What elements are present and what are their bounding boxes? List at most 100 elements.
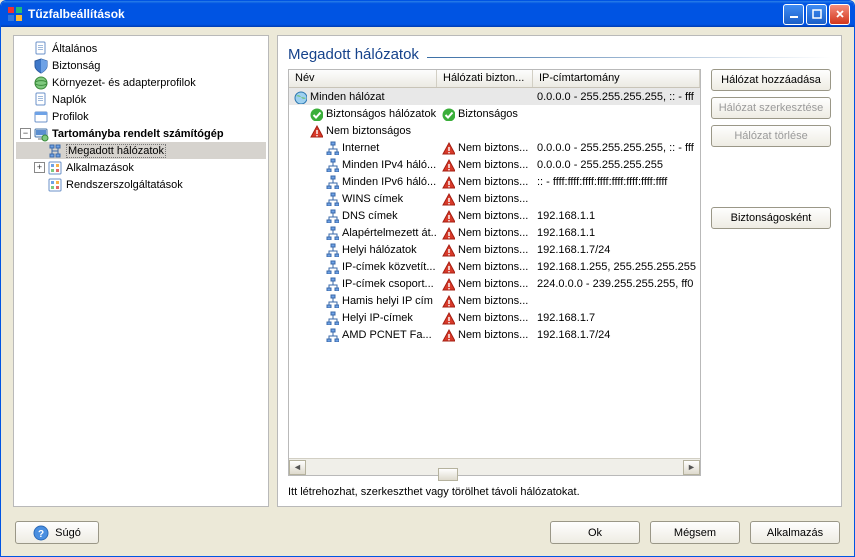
list-row[interactable]: AMD PCNET Fa...Nem biztons...192.168.1.7… [289, 326, 700, 343]
computer-icon [33, 126, 49, 142]
add-network-button[interactable]: Hálózat hozzáadása [711, 69, 831, 91]
warn-icon [441, 294, 455, 308]
collapse-icon[interactable]: − [20, 128, 31, 139]
cell-secure: Nem biztons... [437, 275, 533, 292]
title-rule [427, 57, 831, 58]
cell-range [533, 292, 700, 309]
horizontal-scrollbar[interactable]: ◄ ► [289, 458, 700, 475]
warn-icon [441, 226, 455, 240]
net-icon [325, 226, 339, 240]
list-row[interactable]: Minden hálózat0.0.0.0 - 255.255.255.255,… [289, 88, 700, 105]
list-row[interactable]: IP-címek csoport...Nem biztons...224.0.0… [289, 275, 700, 292]
col-name[interactable]: Név [289, 70, 437, 87]
net-icon [325, 243, 339, 257]
cell-secure: Nem biztons... [437, 326, 533, 343]
net-icon [325, 328, 339, 342]
net-icon [325, 311, 339, 325]
warn-icon [441, 192, 455, 206]
close-button[interactable] [829, 4, 850, 25]
panel-title: Megadott hálózatok [288, 46, 419, 63]
col-secure[interactable]: Hálózati bizton... [437, 70, 533, 87]
main-panel: Megadott hálózatok Név Hálózati bizton..… [277, 35, 842, 507]
tree-profiles[interactable]: Profilok [16, 108, 266, 125]
warn-icon [441, 243, 455, 257]
net-icon [325, 294, 339, 308]
cell-range: 192.168.1.1 [533, 224, 700, 241]
tree-domain-computer[interactable]: −Tartományba rendelt számítógép [16, 125, 266, 142]
page-icon [33, 41, 49, 57]
cell-name: Biztonságos hálózatok [289, 105, 437, 122]
net-icon [325, 277, 339, 291]
help-icon [33, 525, 49, 541]
list-row[interactable]: Hamis helyi IP címNem biztons... [289, 292, 700, 309]
expand-icon[interactable]: + [34, 162, 45, 173]
net-icon [325, 175, 339, 189]
cell-range: 192.168.1.7 [533, 309, 700, 326]
tree-general[interactable]: Általános [16, 40, 266, 57]
cell-name: IP-címek közvetít... [289, 258, 437, 275]
page-icon [33, 92, 49, 108]
cell-name: Nem biztonságos [289, 122, 437, 139]
maximize-button[interactable] [806, 4, 827, 25]
cell-range: 192.168.1.7/24 [533, 241, 700, 258]
scroll-right-icon[interactable]: ► [683, 460, 700, 475]
tree-networks[interactable]: Megadott hálózatok [16, 142, 266, 159]
net-icon [325, 260, 339, 274]
network-list: Név Hálózati bizton... IP-címtartomány M… [288, 69, 701, 476]
scroll-left-icon[interactable]: ◄ [289, 460, 306, 475]
tree-security[interactable]: Biztonság [16, 57, 266, 74]
cell-secure: Nem biztons... [437, 207, 533, 224]
list-row[interactable]: Nem biztonságos [289, 122, 700, 139]
minimize-button[interactable] [783, 4, 804, 25]
list-row[interactable]: IP-címek közvetít...Nem biztons...192.16… [289, 258, 700, 275]
tree-apps[interactable]: +Alkalmazások [16, 159, 266, 176]
cancel-button[interactable]: Mégsem [650, 521, 740, 544]
warn-icon [441, 311, 455, 325]
tree-env[interactable]: Környezet- és adapterprofilok [16, 74, 266, 91]
list-row[interactable]: Minden IPv6 háló...Nem biztons...:: - ff… [289, 173, 700, 190]
mark-secure-button[interactable]: Biztonságosként [711, 207, 831, 229]
list-row[interactable]: Helyi hálózatokNem biztons...192.168.1.7… [289, 241, 700, 258]
shield-icon [33, 58, 49, 74]
col-range[interactable]: IP-címtartomány [533, 70, 700, 87]
cell-range: 192.168.1.1 [533, 207, 700, 224]
help-button[interactable]: Súgó [15, 521, 99, 544]
cell-range: 0.0.0.0 - 255.255.255.255, :: - fff [533, 88, 700, 105]
list-row[interactable]: InternetNem biztons...0.0.0.0 - 255.255.… [289, 139, 700, 156]
cell-name: Hamis helyi IP cím [289, 292, 437, 309]
cell-range: 0.0.0.0 - 255.255.255.255, :: - fff [533, 139, 700, 156]
warn-icon [441, 158, 455, 172]
cell-secure: Nem biztons... [437, 224, 533, 241]
warn-icon [441, 260, 455, 274]
ok-button[interactable]: Ok [550, 521, 640, 544]
tree-services[interactable]: Rendszerszolgáltatások [16, 176, 266, 193]
scroll-thumb[interactable] [438, 468, 458, 481]
net-icon [325, 158, 339, 172]
profiles-icon [33, 109, 49, 125]
helper-text: Itt létrehozhat, szerkeszthet vagy töröl… [288, 486, 831, 498]
list-row[interactable]: Alapértelmezett át...Nem biztons...192.1… [289, 224, 700, 241]
tree-logs[interactable]: Naplók [16, 91, 266, 108]
cell-name: DNS címek [289, 207, 437, 224]
edit-network-button[interactable]: Hálózat szerkesztése [711, 97, 831, 119]
delete-network-button[interactable]: Hálózat törlése [711, 125, 831, 147]
cell-name: AMD PCNET Fa... [289, 326, 437, 343]
list-row[interactable]: Biztonságos hálózatokBiztonságos [289, 105, 700, 122]
list-row[interactable]: DNS címekNem biztons...192.168.1.1 [289, 207, 700, 224]
check-icon [441, 107, 455, 121]
cell-range: 192.168.1.7/24 [533, 326, 700, 343]
cell-range: 192.168.1.255, 255.255.255.255 [533, 258, 700, 275]
list-row[interactable]: Minden IPv4 háló...Nem biztons...0.0.0.0… [289, 156, 700, 173]
warn-icon [441, 209, 455, 223]
list-row[interactable]: WINS címekNem biztons... [289, 190, 700, 207]
net-icon [325, 209, 339, 223]
cell-range [533, 105, 700, 122]
cell-range [533, 190, 700, 207]
warn-icon [441, 328, 455, 342]
bottom-bar: Súgó Ok Mégsem Alkalmazás [5, 515, 850, 552]
warn-icon [441, 175, 455, 189]
tree-panel: Általános Biztonság Környezet- és adapte… [13, 35, 269, 507]
list-row[interactable]: Helyi IP-címekNem biztons...192.168.1.7 [289, 309, 700, 326]
apply-button[interactable]: Alkalmazás [750, 521, 840, 544]
cell-range: 224.0.0.0 - 239.255.255.255, ff0 [533, 275, 700, 292]
